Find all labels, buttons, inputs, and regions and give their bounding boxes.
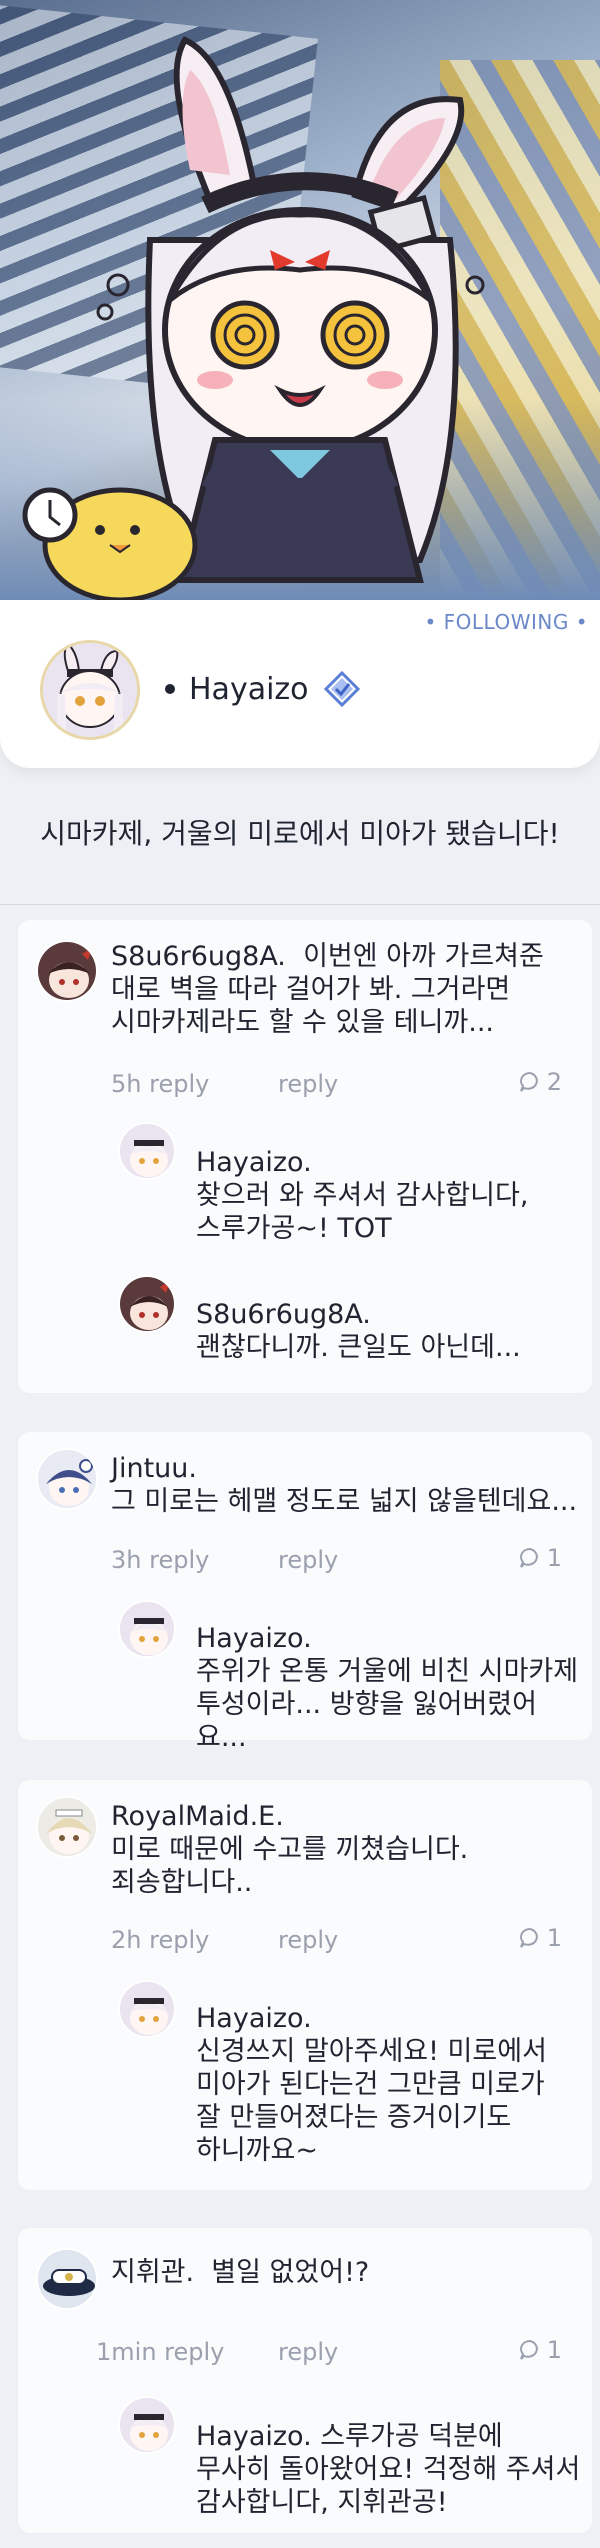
reply-text-line: 신경쓰지 말아주세요! 미로에서 [196, 2036, 547, 2067]
reply-avatar[interactable] [118, 1600, 176, 1658]
avatar-image [120, 1982, 174, 2036]
reply-avatar[interactable] [118, 1275, 176, 1333]
reply-text-line: 무사히 돌아왔어요! 걱정해 주셔서 [196, 2454, 581, 2485]
comment-avatar[interactable] [36, 2248, 98, 2310]
verified-badge-icon [323, 670, 360, 708]
reply-count-value: 2 [546, 1068, 562, 1096]
chibi-character-illustration [22, 36, 485, 600]
reply-text-line: 하니까요~ [196, 2135, 318, 2166]
avatar-image [38, 1798, 96, 1856]
post-divider [0, 904, 600, 905]
reply-text-line: 스루가공~! TOT [196, 1213, 392, 1244]
profile-name[interactable]: Hayaizo [189, 672, 309, 707]
reply-count[interactable]: 1 [519, 1924, 562, 1952]
hero-banner [0, 0, 600, 600]
reply-text-line: 잘 만들어졌다는 증거이기도 [196, 2102, 512, 2133]
reply-text-line: 주위가 온통 거울에 비친 시마카제 [196, 1656, 579, 1687]
comment-avatar[interactable] [36, 940, 98, 1002]
profile-card: • FOLLOWING • Hayaizo [0, 600, 600, 768]
comment-time-suffix: reply [149, 1546, 210, 1574]
avatar-image [38, 942, 96, 1000]
comment-text-line: 그 미로는 헤맬 정도로 넓지 않을텐데요... [111, 1486, 578, 1517]
reply-text-line: 스루가공 덕분에 [320, 2421, 503, 2452]
reply-count[interactable]: 1 [519, 2336, 562, 2364]
comment-card: Jintuu. 그 미로는 헤맬 정도로 넓지 않을텐데요... 3h repl… [18, 1432, 592, 1753]
profile-name-row: Hayaizo [165, 670, 361, 708]
speech-bubble-icon [519, 1927, 538, 1948]
reply-count[interactable]: 2 [519, 1068, 562, 1096]
reply-button[interactable]: reply [278, 1926, 338, 1954]
reply-text-line: 미아가 된다는건 그만큼 미로가 [196, 2069, 545, 2100]
comment-time-suffix: reply [164, 2338, 225, 2366]
speech-bubble-icon [519, 1071, 538, 1092]
comment-time: 3h [111, 1546, 142, 1574]
avatar-image [38, 1450, 96, 1508]
reply-text-line: 감사합니다, 지휘관공! [196, 2487, 448, 2518]
avatar-image [120, 1602, 174, 1656]
following-label[interactable]: • FOLLOWING • [424, 610, 588, 634]
profile-avatar[interactable] [40, 640, 140, 740]
comment-body: S8u6r6ug8A. 이번엔 아까 가르쳐준 대로 벽을 따라 걸어가 봐. … [111, 940, 581, 1039]
comment-time-suffix: reply [149, 1926, 210, 1954]
comment-time: 1min [96, 2338, 157, 2366]
reply-text-line: 괜찮다니까. 큰일도 아닌데... [196, 1332, 521, 1363]
comment-card: RoyalMaid.E. 미로 때문에 수고를 끼쳤습니다. 죄송합니다.. 2… [18, 1780, 592, 2190]
comment-body: RoyalMaid.E. 미로 때문에 수고를 끼쳤습니다. 죄송합니다.. [111, 1800, 581, 1899]
comment-author[interactable]: 지휘관. [111, 2257, 194, 2288]
comment-avatar[interactable] [36, 1448, 98, 1510]
comment-text-line: 죄송합니다.. [111, 1867, 253, 1898]
comment-time-suffix: reply [149, 1070, 210, 1098]
reply-avatar[interactable] [118, 1122, 176, 1180]
reply-body: S8u6r6ug8A. 괜찮다니까. 큰일도 아닌데... [196, 1298, 576, 1364]
comment-author[interactable]: RoyalMaid.E. [111, 1801, 284, 1832]
avatar-image [120, 1277, 174, 1331]
reply-button[interactable]: reply [278, 1546, 338, 1574]
comment-text-line: 대로 벽을 따라 걸어가 봐. 그거라면 [111, 974, 511, 1005]
comment-text-line: 시마카제라도 할 수 있을 테니까... [111, 1007, 494, 1038]
speech-bubble-icon [519, 1547, 538, 1568]
avatar-image [38, 2250, 96, 2308]
reply-text-line: 투성이라... 방향을 잃어버렸어요... [196, 1689, 537, 1753]
reply-text-line: 찾으러 와 주셔서 감사합니다, [196, 1180, 529, 1211]
bullet-dot [165, 684, 175, 694]
reply-body: Hayaizo. 스루가공 덕분에 무사히 돌아왔어요! 걱정해 주셔서 감사합… [196, 2420, 592, 2519]
comment-text-line: 이번엔 아까 가르쳐준 [303, 941, 544, 972]
reply-count-value: 1 [546, 1924, 562, 1952]
reply-author[interactable]: Hayaizo. [196, 1147, 312, 1178]
avatar-image [120, 2398, 174, 2452]
speech-bubble-icon [519, 2339, 538, 2360]
comment-text-line: 별일 없었어!? [211, 2257, 370, 2288]
reply-count-value: 1 [546, 1544, 562, 1572]
reply-body: Hayaizo. 신경쓰지 말아주세요! 미로에서 미아가 된다는건 그만큼 미… [196, 2002, 586, 2167]
reply-author[interactable]: Hayaizo. [196, 2421, 312, 2452]
reply-count-value: 1 [546, 2336, 562, 2364]
profile-avatar-image [43, 643, 137, 737]
reply-avatar[interactable] [118, 2396, 176, 2454]
comment-avatar[interactable] [36, 1796, 98, 1858]
post-title: 시마카제, 거울의 미로에서 미아가 됐습니다! [40, 817, 560, 850]
comment-text-line: 미로 때문에 수고를 끼쳤습니다. [111, 1834, 469, 1865]
comment-card: S8u6r6ug8A. 이번엔 아까 가르쳐준 대로 벽을 따라 걸어가 봐. … [18, 920, 592, 1393]
reply-count[interactable]: 1 [519, 1544, 562, 1572]
reply-author[interactable]: Hayaizo. [196, 1623, 312, 1654]
reply-body: Hayaizo. 주위가 온통 거울에 비친 시마카제 투성이라... 방향을 … [196, 1622, 586, 1754]
avatar-image [120, 1124, 174, 1178]
reply-author[interactable]: S8u6r6ug8A. [196, 1299, 371, 1330]
reply-avatar[interactable] [118, 1980, 176, 2038]
comment-card: 지휘관. 별일 없었어!? 1min reply reply 1 Hayaizo… [18, 2228, 592, 2533]
comment-body: Jintuu. 그 미로는 헤맬 정도로 넓지 않을텐데요... [111, 1452, 589, 1518]
comment-timestamp: 3h reply [111, 1546, 209, 1574]
reply-body: Hayaizo. 찾으러 와 주셔서 감사합니다, 스루가공~! TOT [196, 1146, 576, 1245]
comment-author[interactable]: Jintuu. [111, 1453, 197, 1484]
reply-button[interactable]: reply [278, 2338, 338, 2366]
comment-time: 2h [111, 1926, 142, 1954]
comment-timestamp: 1min reply [96, 2338, 224, 2366]
comment-author[interactable]: S8u6r6ug8A. [111, 941, 286, 972]
comment-timestamp: 2h reply [111, 1926, 209, 1954]
comment-timestamp: 5h reply [111, 1070, 209, 1098]
reply-button[interactable]: reply [278, 1070, 338, 1098]
comment-time: 5h [111, 1070, 142, 1098]
reply-author[interactable]: Hayaizo. [196, 2003, 312, 2034]
comment-body: 지휘관. 별일 없었어!? [111, 2256, 581, 2289]
